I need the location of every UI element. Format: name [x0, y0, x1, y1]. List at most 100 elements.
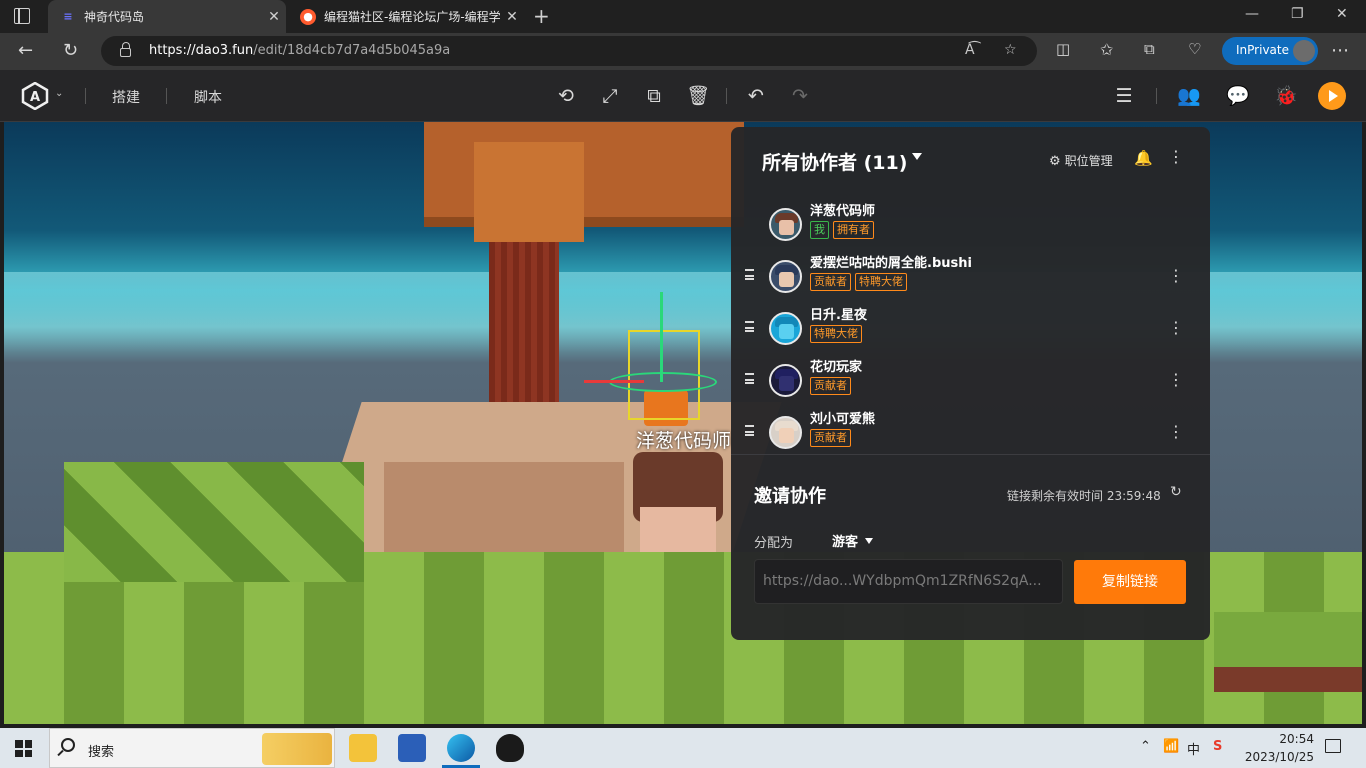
windows-start-icon[interactable] [15, 740, 32, 757]
copy-link-button[interactable]: 复制链接 [1074, 560, 1186, 604]
edge-icon[interactable] [447, 734, 475, 762]
divider [1156, 88, 1157, 104]
assign-role-select[interactable]: 游客 [832, 531, 858, 550]
avatar [769, 364, 802, 397]
menu-build[interactable]: 搭建 [112, 87, 140, 107]
bell-icon[interactable]: 🔔 [1134, 149, 1153, 167]
dao3-logo-icon[interactable]: A [21, 82, 49, 110]
new-tab-icon[interactable]: + [533, 4, 550, 28]
tab-codemao[interactable]: ● 编程猫社区-编程论坛广场-编程学 ✕ [288, 0, 524, 33]
collaborators-icon[interactable]: 👥 [1177, 84, 1201, 108]
favorite-star-icon[interactable]: ☆ [1004, 42, 1017, 58]
sogou-icon[interactable]: S [1213, 739, 1222, 754]
badge-contributor: 贡献者 [810, 377, 851, 395]
badge-me: 我 [810, 221, 829, 239]
more-vertical-icon[interactable]: ⋮ [1168, 422, 1184, 441]
member-name: 刘小可爱熊 [810, 412, 876, 427]
debug-bug-icon[interactable]: 🐞 [1274, 84, 1298, 108]
redo-icon[interactable]: ↷ [788, 84, 812, 108]
wifi-icon[interactable]: 📶 [1163, 739, 1179, 754]
outline-icon[interactable]: ☰ [1112, 84, 1136, 108]
browser-essentials-icon[interactable]: ♡ [1188, 40, 1201, 58]
role-management-button[interactable]: ⚙ 职位管理 [1049, 152, 1113, 169]
browser-tab-strip: ≡ 神奇代码岛 ✕ ● 编程猫社区-编程论坛广场-编程学 ✕ + — ❐ ✕ [0, 0, 1366, 33]
tab-actions-icon[interactable] [14, 8, 30, 24]
roof-beam [474, 142, 584, 242]
scale-tool-icon[interactable]: ⤢ [598, 84, 622, 108]
gizmo-arrow-y[interactable] [660, 292, 663, 382]
menu-script[interactable]: 脚本 [194, 87, 222, 107]
collections-icon[interactable]: ⧉ [1144, 40, 1155, 58]
ime-indicator[interactable]: 中 [1187, 739, 1200, 758]
chat-icon[interactable]: 💬 [1226, 84, 1250, 108]
link-expiry-text: 链接剩余有效时间 23:59:48 [1007, 489, 1161, 503]
badge-contributor: 贡献者 [810, 273, 851, 291]
delete-icon[interactable]: 🗑 [686, 84, 710, 108]
member-row: 洋葱代码师 我 拥有者 [731, 200, 1210, 252]
search-icon [61, 738, 75, 752]
rotate-tool-icon[interactable]: ⟲ [554, 84, 578, 108]
notification-icon[interactable] [1325, 739, 1341, 753]
address-bar[interactable]: https://dao3.fun/edit/18d4cb7d7a4d5b045a… [101, 36, 1037, 66]
invite-link-field[interactable]: https://dao...WYdbpmQm1ZRfN6S2qA... [754, 559, 1063, 604]
close-tab-icon[interactable]: ✕ [262, 9, 286, 25]
taskbar-clock[interactable]: 20:54 2023/10/25 [1244, 730, 1314, 766]
refresh-icon[interactable]: ↻ [63, 40, 78, 61]
caret-down-icon[interactable] [912, 153, 922, 160]
chevron-up-icon[interactable]: ⌃ [1140, 739, 1151, 754]
play-button[interactable] [1318, 82, 1346, 110]
avatar [769, 416, 802, 449]
editor-toolbar: A ⌄ 搭建 脚本 ⟲ ⤢ ⧉ 🗑 ↶ ↷ ☰ 👥 💬 🐞 [0, 70, 1366, 122]
member-name: 日升.星夜 [810, 308, 867, 323]
tab-title: 神奇代码岛 [84, 10, 145, 24]
refresh-link-icon[interactable]: ↻ [1170, 484, 1182, 500]
assign-role-label: 分配为 [754, 536, 794, 551]
caret-down-icon[interactable] [865, 538, 873, 544]
split-screen-icon[interactable]: ◫ [1056, 40, 1070, 58]
url-text[interactable]: https://dao3.fun/edit/18d4cb7d7a4d5b045a… [149, 43, 450, 58]
gizmo-arrow-x[interactable] [584, 380, 644, 383]
lock-icon [120, 42, 131, 57]
tab-dao3[interactable]: ≡ 神奇代码岛 ✕ [48, 0, 286, 33]
avatar [769, 312, 802, 345]
more-vertical-icon[interactable]: ⋮ [1168, 266, 1184, 285]
qq-icon[interactable] [496, 734, 524, 762]
more-menu-icon[interactable]: ⋯ [1331, 40, 1349, 61]
undo-icon[interactable]: ↶ [744, 84, 768, 108]
member-name: 洋葱代码师 [810, 204, 876, 219]
divider [85, 88, 86, 104]
drag-handle-icon[interactable] [745, 425, 754, 436]
favorites-icon[interactable]: ✩ [1100, 40, 1113, 59]
gear-icon: ⚙ [1049, 154, 1061, 169]
member-row: 花切玩家 贡献者 ⋮ [731, 356, 1210, 408]
clock-time: 20:54 [1279, 732, 1314, 746]
invite-title: 邀请协作 [754, 486, 826, 507]
drag-handle-icon[interactable] [745, 321, 754, 332]
back-icon[interactable]: ← [18, 40, 33, 61]
dao3-favicon-icon: ≡ [63, 10, 73, 23]
member-row: 爱摆烂咕咕的屑全能.bushi 贡献者 特聘大佬 ⋮ [731, 252, 1210, 304]
tab-title: 编程猫社区-编程论坛广场-编程学 [324, 10, 500, 24]
close-window-icon[interactable]: ✕ [1336, 6, 1348, 22]
read-aloud-icon[interactable]: A͡ [965, 42, 975, 58]
duplicate-icon[interactable]: ⧉ [642, 84, 666, 108]
member-row: 日升.星夜 特聘大佬 ⋮ [731, 304, 1210, 356]
chevron-down-icon[interactable]: ⌄ [55, 88, 63, 99]
more-vertical-icon[interactable]: ⋮ [1168, 318, 1184, 337]
roof-block [424, 122, 744, 227]
clock-date: 2023/10/25 [1244, 750, 1314, 764]
file-explorer-icon[interactable] [349, 734, 377, 762]
svg-text:A: A [30, 90, 40, 105]
word-icon[interactable] [398, 734, 426, 762]
restore-icon[interactable]: ❐ [1291, 6, 1304, 22]
drag-handle-icon[interactable] [745, 269, 754, 280]
taskbar-search[interactable]: 搜索 [49, 728, 335, 768]
more-vertical-icon[interactable]: ⋮ [1168, 370, 1184, 389]
more-vertical-icon[interactable]: ⋮ [1168, 147, 1184, 166]
drag-handle-icon[interactable] [745, 373, 754, 384]
minimize-icon[interactable]: — [1245, 6, 1259, 22]
inprivate-label: InPrivate [1236, 43, 1289, 57]
inprivate-button[interactable]: InPrivate [1222, 37, 1318, 65]
close-tab-icon[interactable]: ✕ [500, 9, 524, 25]
search-highlight-image [262, 733, 332, 765]
